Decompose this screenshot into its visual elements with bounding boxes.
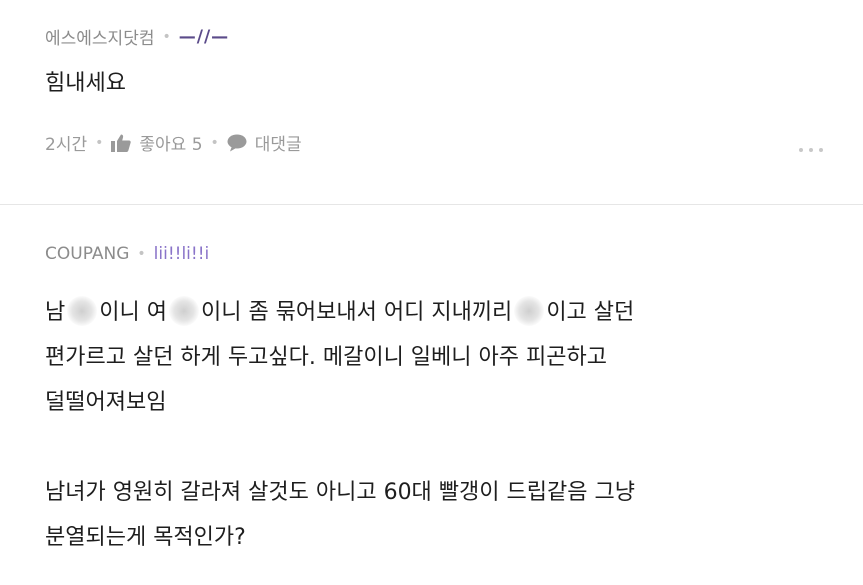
comment-item: COUPANG • lii!!li!!i 남 이니 여 이니 좀 묶어보내서 어디 … [0, 205, 863, 585]
separator-dot: • [137, 246, 146, 262]
like-label: 좋아요 5 [139, 135, 203, 155]
comment-author-name[interactable]: COUPANG [45, 244, 129, 264]
reply-button[interactable]: 대댓글 [227, 130, 302, 155]
reply-label: 대댓글 [254, 135, 302, 155]
comment-body-text: 이니 좀 묶어보내서 어디 지내끼리 [200, 300, 513, 325]
more-dots-icon [799, 148, 803, 152]
comment-author-line: COUPANG • lii!!li!!i [45, 244, 209, 264]
comment-meta: 2시간 • 좋아요 5 • 대댓글 [45, 130, 302, 155]
comment-body-text: 이고 살던 [546, 300, 635, 325]
separator-dot: • [95, 134, 104, 151]
separator-dot: • [210, 134, 219, 151]
comment-item: 에스에스지닷컴 • —//— 힘내세요 2시간 • 좋아요 5 • 대댓글 [0, 0, 863, 204]
comment-body-text: 편가르고 살던 하게 두고싶다. 메갈이니 일베니 아주 피곤하고 덜떨어져보임… [45, 345, 635, 550]
blurred-text [67, 296, 98, 326]
comment-body: 힘내세요 [45, 71, 126, 96]
comment-author-line: 에스에스지닷컴 • —//— [45, 24, 230, 50]
more-options-button[interactable] [799, 148, 823, 152]
comment-body-text: 남 [45, 300, 66, 325]
thumbs-up-icon [111, 134, 132, 152]
comment-body-text: 이니 여 [99, 300, 167, 325]
blurred-text [514, 296, 545, 326]
blurred-text [168, 296, 199, 326]
speech-bubble-icon [227, 134, 247, 152]
comment-author-subtitle: lii!!li!!i [153, 244, 210, 264]
comment-body: 남 이니 여 이니 좀 묶어보내서 어디 지내끼리 이고 살던 편가르고 살던 하게 … [45, 290, 823, 560]
comment-timestamp: 2시간 [45, 135, 88, 155]
like-button[interactable]: 좋아요 5 [111, 130, 203, 155]
separator-dot: • [162, 28, 171, 45]
comment-author-name[interactable]: 에스에스지닷컴 [45, 24, 154, 49]
comment-author-subtitle: —//— [178, 26, 230, 47]
